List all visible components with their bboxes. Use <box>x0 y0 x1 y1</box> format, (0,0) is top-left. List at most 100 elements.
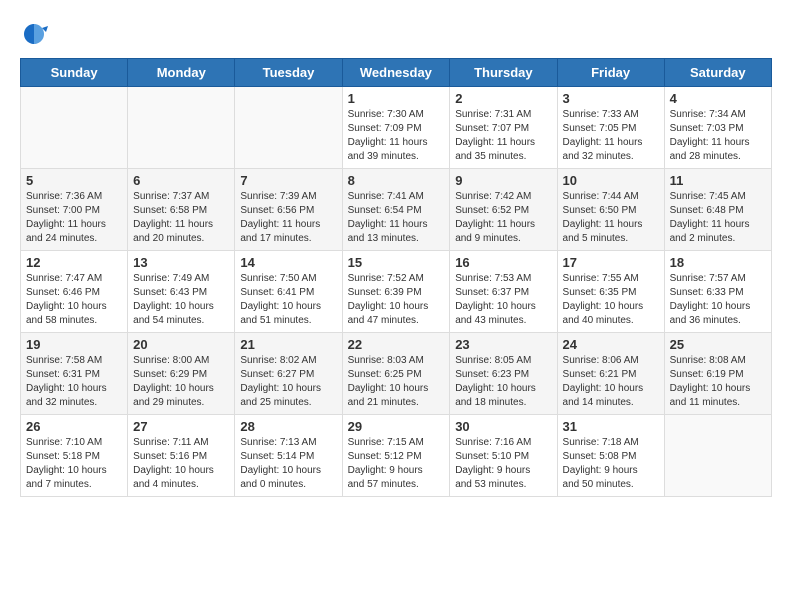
day-info: Sunrise: 7:16 AM Sunset: 5:10 PM Dayligh… <box>455 436 551 492</box>
calendar-cell: 31 Sunrise: 7:18 AM Sunset: 5:08 PM Dayli… <box>557 415 664 497</box>
day-info: Sunrise: 7:18 AM Sunset: 5:08 PM Dayligh… <box>563 436 659 492</box>
calendar-cell: 5Sunrise: 7:36 AM Sunset: 7:00 PM Daylig… <box>21 169 128 251</box>
day-info: Sunrise: 8:03 AM Sunset: 6:25 PM Dayligh… <box>348 354 445 410</box>
day-number: 14 <box>240 255 336 270</box>
day-number: 27 <box>133 419 229 434</box>
day-info: Sunrise: 7:50 AM Sunset: 6:41 PM Dayligh… <box>240 272 336 328</box>
day-info: Sunrise: 8:00 AM Sunset: 6:29 PM Dayligh… <box>133 354 229 410</box>
day-number: 30 <box>455 419 551 434</box>
weekday-header-wednesday: Wednesday <box>342 59 450 87</box>
day-number: 1 <box>348 91 445 106</box>
day-number: 25 <box>670 337 766 352</box>
calendar-cell: 4 Sunrise: 7:34 AM Sunset: 7:03 PM Daylig… <box>664 87 771 169</box>
day-number: 16 <box>455 255 551 270</box>
calendar-cell: 15 Sunrise: 7:52 AM Sunset: 6:39 PM Dayli… <box>342 251 450 333</box>
calendar-week-5: 26Sunrise: 7:10 AM Sunset: 5:18 PM Dayli… <box>21 415 772 497</box>
day-number: 17 <box>563 255 659 270</box>
weekday-header-sunday: Sunday <box>21 59 128 87</box>
day-info: Sunrise: 7:41 AM Sunset: 6:54 PM Dayligh… <box>348 190 445 246</box>
day-number: 20 <box>133 337 229 352</box>
calendar-cell: 26Sunrise: 7:10 AM Sunset: 5:18 PM Dayli… <box>21 415 128 497</box>
calendar-cell: 14 Sunrise: 7:50 AM Sunset: 6:41 PM Dayli… <box>235 251 342 333</box>
day-number: 28 <box>240 419 336 434</box>
day-number: 10 <box>563 173 659 188</box>
calendar-cell: 17 Sunrise: 7:55 AM Sunset: 6:35 PM Dayli… <box>557 251 664 333</box>
day-info: Sunrise: 7:57 AM Sunset: 6:33 PM Dayligh… <box>670 272 766 328</box>
calendar-cell: 29 Sunrise: 7:15 AM Sunset: 5:12 PM Dayli… <box>342 415 450 497</box>
day-info: Sunrise: 7:15 AM Sunset: 5:12 PM Dayligh… <box>348 436 445 492</box>
logo <box>20 20 52 48</box>
calendar-cell: 6 Sunrise: 7:37 AM Sunset: 6:58 PM Daylig… <box>128 169 235 251</box>
calendar-cell: 12 Sunrise: 7:47 AM Sunset: 6:46 PM Dayli… <box>21 251 128 333</box>
day-info: Sunrise: 7:58 AM Sunset: 6:31 PM Dayligh… <box>26 354 122 410</box>
day-info: Sunrise: 8:02 AM Sunset: 6:27 PM Dayligh… <box>240 354 336 410</box>
calendar-cell: 25Sunrise: 8:08 AM Sunset: 6:19 PM Dayli… <box>664 333 771 415</box>
day-info: Sunrise: 7:44 AM Sunset: 6:50 PM Dayligh… <box>563 190 659 246</box>
day-info: Sunrise: 7:33 AM Sunset: 7:05 PM Dayligh… <box>563 108 659 164</box>
day-info: Sunrise: 7:30 AM Sunset: 7:09 PM Dayligh… <box>348 108 445 164</box>
calendar-cell: 16 Sunrise: 7:53 AM Sunset: 6:37 PM Dayli… <box>450 251 557 333</box>
day-number: 11 <box>670 173 766 188</box>
calendar-cell: 23 Sunrise: 8:05 AM Sunset: 6:23 PM Dayli… <box>450 333 557 415</box>
day-info: Sunrise: 7:52 AM Sunset: 6:39 PM Dayligh… <box>348 272 445 328</box>
day-info: Sunrise: 7:49 AM Sunset: 6:43 PM Dayligh… <box>133 272 229 328</box>
weekday-header-tuesday: Tuesday <box>235 59 342 87</box>
calendar-week-1: 1 Sunrise: 7:30 AM Sunset: 7:09 PM Daylig… <box>21 87 772 169</box>
day-number: 29 <box>348 419 445 434</box>
weekday-header-thursday: Thursday <box>450 59 557 87</box>
calendar-week-4: 19 Sunrise: 7:58 AM Sunset: 6:31 PM Dayli… <box>21 333 772 415</box>
calendar-cell: 18 Sunrise: 7:57 AM Sunset: 6:33 PM Dayli… <box>664 251 771 333</box>
day-number: 21 <box>240 337 336 352</box>
day-info: Sunrise: 7:37 AM Sunset: 6:58 PM Dayligh… <box>133 190 229 246</box>
calendar-cell <box>235 87 342 169</box>
day-number: 12 <box>26 255 122 270</box>
calendar-cell: 24Sunrise: 8:06 AM Sunset: 6:21 PM Dayli… <box>557 333 664 415</box>
day-number: 2 <box>455 91 551 106</box>
day-number: 31 <box>563 419 659 434</box>
weekday-header-saturday: Saturday <box>664 59 771 87</box>
day-info: Sunrise: 7:31 AM Sunset: 7:07 PM Dayligh… <box>455 108 551 164</box>
calendar-cell: 8 Sunrise: 7:41 AM Sunset: 6:54 PM Daylig… <box>342 169 450 251</box>
calendar-cell: 9 Sunrise: 7:42 AM Sunset: 6:52 PM Daylig… <box>450 169 557 251</box>
day-info: Sunrise: 8:05 AM Sunset: 6:23 PM Dayligh… <box>455 354 551 410</box>
calendar-week-2: 5Sunrise: 7:36 AM Sunset: 7:00 PM Daylig… <box>21 169 772 251</box>
day-number: 23 <box>455 337 551 352</box>
day-number: 22 <box>348 337 445 352</box>
weekday-header-monday: Monday <box>128 59 235 87</box>
day-info: Sunrise: 7:53 AM Sunset: 6:37 PM Dayligh… <box>455 272 551 328</box>
day-info: Sunrise: 7:45 AM Sunset: 6:48 PM Dayligh… <box>670 190 766 246</box>
calendar-table: SundayMondayTuesdayWednesdayThursdayFrid… <box>20 58 772 497</box>
logo-icon <box>20 20 48 48</box>
day-info: Sunrise: 7:55 AM Sunset: 6:35 PM Dayligh… <box>563 272 659 328</box>
weekday-header-friday: Friday <box>557 59 664 87</box>
day-info: Sunrise: 7:11 AM Sunset: 5:16 PM Dayligh… <box>133 436 229 492</box>
day-number: 15 <box>348 255 445 270</box>
day-number: 26 <box>26 419 122 434</box>
day-info: Sunrise: 7:34 AM Sunset: 7:03 PM Dayligh… <box>670 108 766 164</box>
day-number: 19 <box>26 337 122 352</box>
day-number: 4 <box>670 91 766 106</box>
day-number: 3 <box>563 91 659 106</box>
day-info: Sunrise: 7:13 AM Sunset: 5:14 PM Dayligh… <box>240 436 336 492</box>
page-header <box>20 20 772 48</box>
calendar-cell: 7 Sunrise: 7:39 AM Sunset: 6:56 PM Daylig… <box>235 169 342 251</box>
calendar-cell: 30 Sunrise: 7:16 AM Sunset: 5:10 PM Dayli… <box>450 415 557 497</box>
calendar-cell: 28 Sunrise: 7:13 AM Sunset: 5:14 PM Dayli… <box>235 415 342 497</box>
calendar-week-3: 12 Sunrise: 7:47 AM Sunset: 6:46 PM Dayli… <box>21 251 772 333</box>
day-number: 7 <box>240 173 336 188</box>
day-number: 18 <box>670 255 766 270</box>
weekday-header-row: SundayMondayTuesdayWednesdayThursdayFrid… <box>21 59 772 87</box>
day-number: 6 <box>133 173 229 188</box>
day-info: Sunrise: 7:42 AM Sunset: 6:52 PM Dayligh… <box>455 190 551 246</box>
day-info: Sunrise: 7:47 AM Sunset: 6:46 PM Dayligh… <box>26 272 122 328</box>
calendar-cell: 1 Sunrise: 7:30 AM Sunset: 7:09 PM Daylig… <box>342 87 450 169</box>
day-number: 9 <box>455 173 551 188</box>
day-number: 8 <box>348 173 445 188</box>
day-info: Sunrise: 8:06 AM Sunset: 6:21 PM Dayligh… <box>563 354 659 410</box>
calendar-cell <box>664 415 771 497</box>
calendar-cell: 27 Sunrise: 7:11 AM Sunset: 5:16 PM Dayli… <box>128 415 235 497</box>
calendar-cell <box>21 87 128 169</box>
calendar-cell: 13Sunrise: 7:49 AM Sunset: 6:43 PM Dayli… <box>128 251 235 333</box>
calendar-cell: 3 Sunrise: 7:33 AM Sunset: 7:05 PM Daylig… <box>557 87 664 169</box>
day-info: Sunrise: 7:39 AM Sunset: 6:56 PM Dayligh… <box>240 190 336 246</box>
